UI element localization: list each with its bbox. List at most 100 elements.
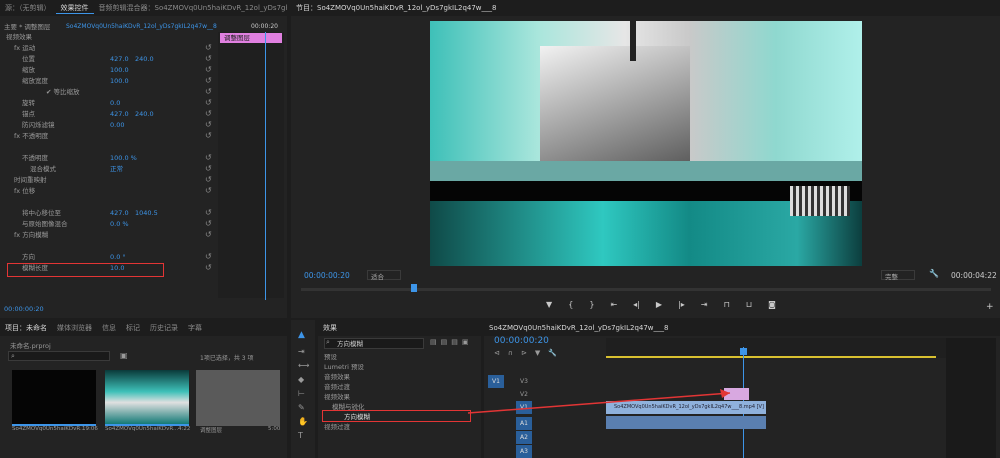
effects-tree-item[interactable]: 视频效果: [324, 392, 350, 402]
ec-row-label[interactable]: 视频效果: [6, 32, 32, 42]
ec-row-value[interactable]: 100.0: [110, 65, 129, 75]
linked-icon[interactable]: ⊳: [521, 349, 527, 357]
ec-row-value[interactable]: 100.0 %: [110, 153, 137, 163]
timeline-ruler[interactable]: [606, 338, 991, 358]
ec-row-label[interactable]: 时间重映射: [14, 175, 47, 185]
audio-clip[interactable]: [606, 416, 766, 429]
ec-row-label[interactable]: 缩放: [22, 65, 35, 75]
track-select-icon[interactable]: ⇥: [298, 347, 305, 356]
add-button-icon[interactable]: +: [986, 302, 994, 312]
32bit-icon[interactable]: ▤: [441, 338, 448, 346]
ec-row-value[interactable]: 427.0: [110, 208, 129, 218]
ec-playhead[interactable]: [265, 32, 266, 300]
effects-tree-item[interactable]: 音频效果: [324, 372, 350, 382]
ec-row-label[interactable]: 缩放宽度: [22, 76, 48, 86]
effects-tree-item[interactable]: Lumetri 预设: [324, 362, 364, 372]
marker-icon[interactable]: ▼: [546, 300, 552, 312]
ec-row-label[interactable]: 将中心移位至: [22, 208, 61, 218]
reset-icon[interactable]: ↺: [205, 76, 212, 85]
ec-row-value[interactable]: 0.00: [110, 120, 124, 130]
tab-captions[interactable]: 字幕: [183, 323, 207, 333]
tab-project[interactable]: 项目：未命名: [0, 323, 52, 333]
reset-icon[interactable]: ↺: [205, 43, 212, 52]
track-label[interactable]: A3: [516, 445, 532, 458]
reset-icon[interactable]: ↺: [205, 131, 212, 140]
effects-tree-item[interactable]: 预设: [324, 352, 337, 362]
reset-icon[interactable]: ↺: [205, 153, 212, 162]
sequence-tab[interactable]: So4ZMOVq0Un5haiKDvR_12ol_yDs7gkIL2q47w__…: [484, 324, 673, 332]
reset-icon[interactable]: ↺: [205, 109, 212, 118]
timeline-playhead-head[interactable]: [740, 348, 747, 355]
ec-row-value[interactable]: 0.0 %: [110, 219, 129, 229]
ec-row-label[interactable]: fx 运动: [14, 43, 35, 53]
reset-icon[interactable]: ↺: [205, 54, 212, 63]
snap-icon[interactable]: ∩: [508, 349, 513, 357]
ec-row-value[interactable]: 0.0: [110, 98, 120, 108]
effects-tree-item[interactable]: 音频过渡: [324, 382, 350, 392]
wrench-icon[interactable]: 🔧: [929, 269, 939, 278]
program-playhead[interactable]: [411, 284, 417, 292]
lift-icon[interactable]: ⊓: [724, 300, 730, 312]
project-search[interactable]: ⌕: [8, 351, 110, 361]
tab-media-browser[interactable]: 媒体浏览器: [52, 323, 97, 333]
reset-icon[interactable]: ↺: [205, 263, 212, 272]
ec-row-label[interactable]: ✔ 等比缩放: [46, 87, 80, 97]
track-label[interactable]: A1: [516, 417, 532, 430]
quality-select[interactable]: 完整: [881, 270, 915, 281]
folder-icon[interactable]: ▣: [120, 351, 128, 360]
ripple-edit-icon[interactable]: ⟷: [298, 361, 309, 370]
type-icon[interactable]: T: [298, 431, 303, 440]
effects-tree-item[interactable]: 视频过渡: [324, 422, 350, 432]
camera-icon[interactable]: ◙: [768, 300, 776, 312]
project-item[interactable]: [105, 370, 189, 426]
tab-info[interactable]: 信息: [97, 323, 121, 333]
nest-icon[interactable]: ⊲: [494, 349, 500, 357]
master-label[interactable]: 主要 * 调整图层: [4, 22, 50, 32]
reset-icon[interactable]: ↺: [205, 230, 212, 239]
tab-source[interactable]: 源：（无剪辑）: [0, 3, 56, 13]
mark-in-icon[interactable]: {: [568, 300, 573, 312]
reset-icon[interactable]: ↺: [205, 175, 212, 184]
project-item-selected[interactable]: [196, 370, 280, 426]
ec-footer-time[interactable]: 00:00:00:20: [4, 305, 44, 313]
tab-audio-mixer[interactable]: 音频剪辑混合器：So4ZMOVq0Un5haiKDvR_12ol_yDs7gk: [94, 3, 288, 13]
ec-row-label[interactable]: fx 方向模糊: [14, 230, 48, 240]
yuv-icon[interactable]: ▤: [451, 338, 458, 346]
video-clip[interactable]: So4ZMOVq0Un5haiKDvR_12ol_yDs7gkIL2q47w__…: [606, 401, 766, 414]
clip-name[interactable]: So4ZMOVq0Un5haiKDvR_12ol_yDs7gkIL2q47w__…: [66, 22, 217, 32]
track-label[interactable]: V1: [516, 401, 532, 414]
ec-row-label[interactable]: 混合模式: [30, 164, 56, 174]
reset-icon[interactable]: ↺: [205, 219, 212, 228]
razor-icon[interactable]: ◆: [298, 375, 304, 384]
reset-icon[interactable]: ↺: [205, 98, 212, 107]
ec-row-label[interactable]: 防闪烁滤镜: [22, 120, 55, 130]
ec-row-label[interactable]: fx 不透明度: [14, 131, 48, 141]
step-back-icon[interactable]: ◂|: [633, 300, 640, 312]
settings-icon[interactable]: 🔧: [548, 349, 557, 357]
ec-row-value[interactable]: 240.0: [135, 54, 154, 64]
program-timecode[interactable]: 00:00:00:20: [304, 271, 350, 280]
ec-row-label[interactable]: fx 位移: [14, 186, 35, 196]
ec-row-label[interactable]: 与原始图像混合: [22, 219, 68, 229]
ec-row-value[interactable]: 正常: [110, 164, 123, 174]
program-scrubber[interactable]: [301, 288, 991, 291]
effects-search-input[interactable]: 方向模糊: [324, 338, 424, 349]
play-icon[interactable]: ▶: [656, 300, 662, 312]
go-to-in-icon[interactable]: ⇤: [610, 300, 617, 312]
ec-row-label[interactable]: 不透明度: [22, 153, 48, 163]
reset-icon[interactable]: ↺: [205, 164, 212, 173]
reset-icon[interactable]: ↺: [205, 87, 212, 96]
ec-row-value[interactable]: 1040.5: [135, 208, 158, 218]
ec-row-value[interactable]: 427.0: [110, 109, 129, 119]
slip-icon[interactable]: ⊢: [298, 389, 305, 398]
accelerated-icon[interactable]: ▤: [430, 338, 437, 346]
tab-effect-controls[interactable]: 效果控件: [55, 3, 94, 14]
target-v1[interactable]: V1: [488, 375, 504, 388]
new-bin-icon[interactable]: ▣: [462, 338, 469, 346]
ec-row-label[interactable]: 方向: [22, 252, 35, 262]
reset-icon[interactable]: ↺: [205, 120, 212, 129]
ec-row-value[interactable]: 100.0: [110, 76, 129, 86]
ec-row-value[interactable]: 240.0: [135, 109, 154, 119]
adjustment-bar[interactable]: 调整图层: [220, 33, 282, 43]
go-to-out-icon[interactable]: ⇥: [701, 300, 708, 312]
